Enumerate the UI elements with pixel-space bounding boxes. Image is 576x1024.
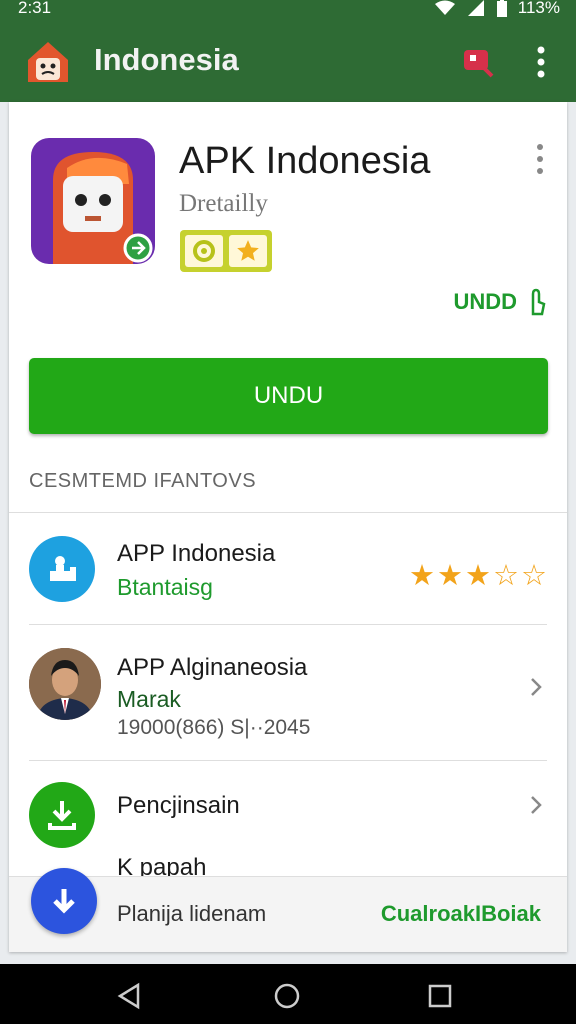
list-item[interactable]: APP Indonesia Btantaisg ★ ★ ★ ☆ ☆ <box>9 514 567 624</box>
install-button[interactable]: UNDU <box>29 358 548 434</box>
chevron-right-icon <box>531 678 542 696</box>
list-item[interactable]: APP Alginaneosia Marak 19000(866) S|··20… <box>9 624 567 760</box>
chevron-right-icon <box>531 796 542 814</box>
app-details-card: APK Indonesia Dretailly UNDD UNDU CESMTE… <box>9 102 567 952</box>
target-icon <box>193 240 215 262</box>
signal-icon <box>467 0 484 16</box>
profile-avatar <box>29 648 101 720</box>
list-item-title: APP Indonesia <box>117 540 276 567</box>
status-time: 2:31 <box>18 0 52 17</box>
footer-label: Planija lidenam <box>117 901 267 926</box>
status-bar: 2:31 113% <box>0 0 576 20</box>
list-item[interactable]: Pencjinsain K papah <box>9 760 567 881</box>
star-full-icon: ★ <box>409 560 435 592</box>
footer-link[interactable]: CualroakIBoiak <box>381 901 541 927</box>
more-vert-icon[interactable] <box>526 44 556 80</box>
star-empty-icon: ☆ <box>521 560 547 592</box>
card-more-icon[interactable] <box>533 142 547 176</box>
list-item-meta: 19000(866) S|··2045 <box>117 716 311 739</box>
house-mascot-icon[interactable] <box>24 38 72 86</box>
section-title: CESMTEMD IFANTOVS <box>29 470 257 492</box>
download-fab[interactable] <box>31 868 97 934</box>
info-avatar <box>29 536 95 602</box>
download-link[interactable]: UNDD <box>453 288 547 316</box>
download-arrow-icon <box>53 889 75 914</box>
divider <box>9 512 567 513</box>
mascot-icon <box>53 152 153 264</box>
wifi-icon <box>434 0 455 15</box>
download-avatar <box>29 782 95 848</box>
rating-stars: ★ ★ ★ ☆ ☆ <box>409 558 547 593</box>
app-badges <box>180 230 272 272</box>
app-bar-title: Indonesia <box>94 42 239 77</box>
download-icon <box>48 801 76 830</box>
star-full-icon: ★ <box>465 560 491 592</box>
list-item-subtitle: Marak <box>117 686 181 712</box>
home-icon[interactable] <box>273 982 301 1010</box>
list-item-subtitle: Btantaisg <box>117 574 213 600</box>
app-icon[interactable] <box>31 138 155 264</box>
back-icon[interactable] <box>116 982 144 1010</box>
star-half-icon: ☆ <box>493 560 519 592</box>
list-item-title: Pencjinsain <box>117 792 240 819</box>
circle-badge <box>185 235 223 267</box>
tag-icon[interactable] <box>460 44 496 80</box>
battery-icon <box>496 0 507 17</box>
recents-icon[interactable] <box>426 982 454 1010</box>
app-subtitle: Dretailly <box>179 190 268 217</box>
app-name: APK Indonesia <box>179 140 431 182</box>
download-link-label: UNDD <box>453 289 517 314</box>
list-item-title: APP Alginaneosia <box>117 654 308 681</box>
status-icons: 113% <box>434 0 560 18</box>
navigation-bar <box>0 964 576 1024</box>
person-photo <box>29 648 101 720</box>
info-icon <box>50 556 76 581</box>
star-full-icon: ★ <box>437 560 463 592</box>
battery-level: 113% <box>517 0 560 17</box>
star-badge <box>229 235 267 267</box>
star-icon <box>237 240 259 261</box>
hand-icon <box>531 288 546 316</box>
app-bar: Indonesia <box>0 20 576 102</box>
